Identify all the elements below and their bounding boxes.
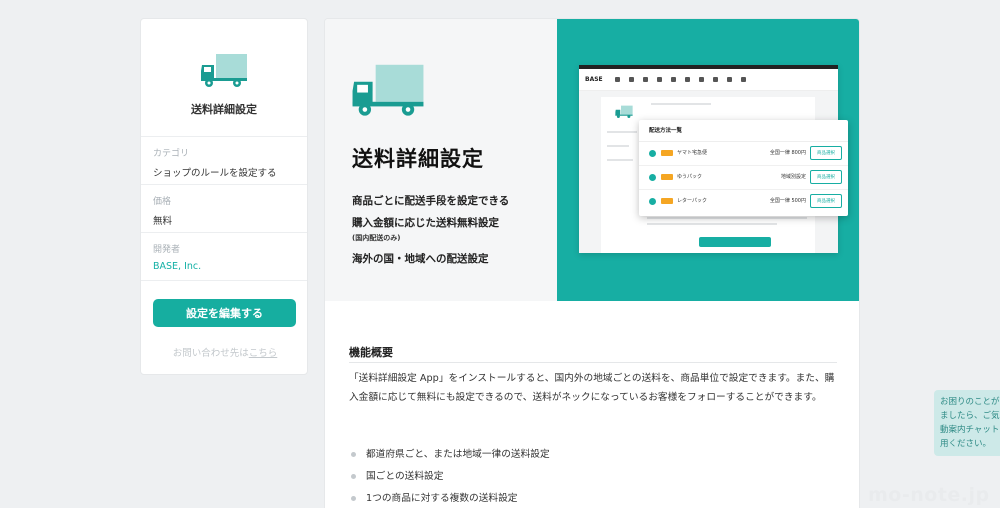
shipping-method-popup: 配送方法一覧 ヤマト宅急便 全国一律 800円 商品選択 ゆうパック 地域別設定… (639, 120, 848, 216)
truck-icon (201, 54, 247, 87)
contact-text: お問い合わせ先はこちら (141, 345, 309, 359)
check-icon (649, 150, 656, 157)
app-title: 送料詳細設定 (191, 103, 257, 116)
chat-line: お困りのことがあり (940, 397, 1000, 407)
nav-icon (670, 77, 676, 82)
nav-icon (628, 77, 634, 82)
mockup-text-line (607, 131, 637, 133)
status-badge (661, 174, 673, 180)
shipping-price: 地域別設定 (780, 174, 806, 180)
check-icon (649, 198, 656, 205)
nav-icon (614, 77, 620, 82)
shipping-price: 全国一律 500円 (769, 198, 806, 204)
nav-icon (698, 77, 704, 82)
chat-line: 動案内チャットをご (940, 425, 1000, 435)
list-item: 1つの商品に対する複数の送料設定 (349, 491, 550, 508)
mockup-text-line (647, 223, 777, 225)
shipping-name: ゆうパック (677, 174, 703, 180)
category-section: カテゴリ ショップのルールを設定する (141, 137, 307, 185)
developer-section: 開発者 BASE, Inc. (141, 233, 307, 281)
section-heading: 機能概要 (349, 346, 393, 359)
nav-icon (740, 77, 746, 82)
select-product-button: 商品選択 (810, 170, 842, 184)
shipping-price: 全国一律 800円 (769, 150, 806, 156)
shipping-row: レターパック 全国一律 500円 商品選択 (639, 190, 848, 214)
mockup-text-line (647, 217, 807, 219)
nav-icon (712, 77, 718, 82)
mockup-text-line (607, 145, 629, 147)
select-product-button: 商品選択 (810, 146, 842, 160)
price-value: 無料 (153, 216, 173, 227)
mockup-text-line (651, 103, 711, 105)
nav-icon (684, 77, 690, 82)
chat-line: ましたら、ご気軽に (940, 411, 1000, 421)
price-section: 価格 無料 (141, 185, 307, 233)
mockup-navbar: BASE (579, 69, 838, 91)
mockup-text-line (607, 159, 633, 161)
list-item: 都道府県ごと、または地域一律の送料設定 (349, 447, 550, 469)
nav-icon (726, 77, 732, 82)
chat-line: 用ください。 (940, 439, 992, 449)
feature-2: 購入金額に応じた送料無料設定 (352, 217, 499, 229)
status-badge (661, 198, 673, 204)
shipping-name: ヤマト宅急便 (677, 150, 708, 156)
feature-2-note: (国内配送のみ) (352, 234, 401, 242)
feature-3: 海外の国・地域への配送設定 (352, 253, 489, 265)
developer-link[interactable]: BASE, Inc. (153, 261, 295, 272)
edit-settings-button[interactable]: 設定を編集する (153, 299, 296, 327)
hero-text-panel: 送料詳細設定 商品ごとに配送手段を設定できる 購入金額に応じた送料無料設定 (国… (325, 19, 557, 301)
watermark: mo-note.jp (868, 484, 990, 506)
select-product-button: 商品選択 (810, 194, 842, 208)
nav-icon (656, 77, 662, 82)
shipping-name: レターパック (677, 198, 707, 204)
contact-link[interactable]: こちら (249, 348, 278, 359)
app-detail-panel: 送料詳細設定 商品ごとに配送手段を設定できる 購入金額に応じた送料無料設定 (国… (324, 18, 860, 508)
list-item: 国ごとの送料設定 (349, 469, 550, 491)
truck-icon (352, 64, 424, 116)
developer-label: 開発者 (153, 245, 181, 255)
check-icon (649, 174, 656, 181)
popup-title: 配送方法一覧 (639, 120, 848, 142)
app-info-card: 送料詳細設定 カテゴリ ショップのルールを設定する 価格 無料 開発者 BASE… (140, 18, 308, 375)
feature-1: 商品ごとに配送手段を設定できる (352, 195, 510, 207)
contact-label: お問い合わせ先は (172, 348, 249, 359)
nav-icon (642, 77, 648, 82)
shipping-row: ゆうパック 地域別設定 商品選択 (639, 166, 848, 190)
feature-list: 都道府県ごと、または地域一律の送料設定 国ごとの送料設定 1つの商品に対する複数… (349, 447, 550, 508)
price-label: 価格 (153, 197, 172, 207)
mockup-brand: BASE (585, 76, 603, 83)
category-value: ショップのルールを設定する (153, 168, 277, 179)
app-header: 送料詳細設定 (141, 19, 307, 137)
status-badge (661, 150, 673, 156)
truck-icon (615, 105, 633, 118)
category-label: カテゴリ (153, 149, 190, 159)
help-chat-widget[interactable]: お困りのことがあり ましたら、ご気軽に 動案内チャットをご 用ください。 (934, 390, 1000, 456)
hero-title: 送料詳細設定 (352, 147, 484, 171)
mockup-save-button (699, 237, 771, 247)
mockup-nav-icons (614, 77, 746, 82)
shipping-row: ヤマト宅急便 全国一律 800円 商品選択 (639, 142, 848, 166)
description-text: 「送料詳細設定 App」をインストールすると、国内外の地域ごとの送料を、商品単位… (349, 373, 835, 403)
divider (349, 362, 837, 363)
